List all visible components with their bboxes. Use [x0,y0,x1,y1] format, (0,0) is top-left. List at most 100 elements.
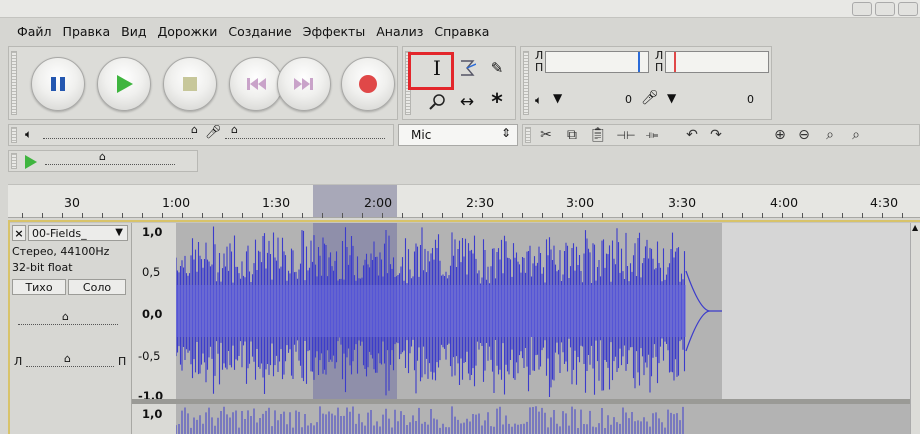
envelope-tool[interactable] [453,53,481,83]
ruler-label: 2:00 [363,195,393,210]
slider-thumb[interactable]: ⌂ [62,310,69,323]
ruler-tick [182,213,183,218]
solo-button[interactable]: Соло [68,279,126,295]
vertical-scrollbar[interactable]: ▲ [910,223,920,434]
ruler-label: 1:30 [261,195,291,210]
slider-thumb[interactable]: ⌂ [64,352,71,365]
fit-project-button[interactable]: ⌕ [845,126,867,144]
ruler-tick [462,213,463,218]
paste-button[interactable]: 📋︎ [587,126,609,144]
record-button[interactable] [341,57,395,111]
menu-tracks[interactable]: Дорожки [156,22,218,41]
trim-button[interactable]: ⊣⊢ [615,126,637,144]
play-icon [117,75,133,93]
zoom-out-button[interactable]: ⊖ [793,126,815,144]
skip-to-end-button[interactable] [277,57,331,111]
input-source-select[interactable]: Mic ⇕ [398,124,518,146]
menu-help[interactable]: Справка [433,22,490,41]
maximize-button[interactable] [875,2,895,16]
play-meter-dropdown[interactable]: ▼ [667,91,676,105]
stop-button[interactable] [163,57,217,111]
ruler-tick [562,213,563,218]
toolbar-grip[interactable] [523,51,529,115]
fit-selection-icon: ⌕ [826,127,834,143]
toolbar-grip[interactable] [11,51,17,115]
ruler-tick [742,213,743,218]
toolbar-grip[interactable] [11,127,17,143]
time-shift-tool[interactable]: ↔ [453,87,481,117]
track-control-panel[interactable]: × 00-Fields_ ▼ Стерео, 44100Hz 32-bit fl… [10,223,132,434]
minimize-button[interactable] [852,2,872,16]
fit-selection-button[interactable]: ⌕ [819,126,841,144]
gain-slider[interactable]: ⌂ [18,310,118,325]
ruler-tick [802,213,803,218]
ruler-tick [42,213,43,218]
waveform-empty-area[interactable] [722,223,910,399]
close-window-button[interactable] [898,2,918,16]
zoom-in-button[interactable]: ⊕ [769,126,791,144]
microphone-icon: 🎤︎ [641,90,659,106]
play-at-speed-button[interactable] [23,154,39,170]
copy-button[interactable]: ⧉ [561,126,583,144]
toolbar-grip[interactable] [405,51,411,115]
ruler-tick [402,213,403,218]
toolbar-grip[interactable] [11,153,17,169]
ruler-tick [622,213,623,218]
i-beam-icon: I [433,56,441,80]
menu-edit[interactable]: Правка [62,22,112,41]
ruler-tick [262,213,263,218]
ruler-tick [662,213,663,218]
meter-toolbar: Л П Л П 🔈︎ ▼ 0 🎤︎ ▼ 0 [520,46,772,120]
recording-meter[interactable] [545,51,649,73]
rec-meter-value: 0 [625,93,632,106]
menu-generate[interactable]: Создание [227,22,292,41]
ruler-tick [382,213,383,218]
scale-label: 0,5 [142,265,161,279]
window-titlebar [0,0,920,18]
rec-meter-dropdown[interactable]: ▼ [553,91,562,105]
fit-project-icon: ⌕ [852,127,860,143]
scale-label: 0,0 [142,307,163,321]
pan-slider[interactable]: ⌂ [26,352,114,367]
slider-thumb[interactable]: ⌂ [99,150,106,163]
menu-view[interactable]: Вид [120,22,147,41]
menu-effects[interactable]: Эффекты [302,22,367,41]
playback-meter[interactable] [665,51,769,73]
undo-button[interactable]: ↶ [681,126,703,144]
scale-label: -0,5 [138,349,161,363]
menu-analyze[interactable]: Анализ [375,22,424,41]
track-bit-depth: 32-bit float [12,261,73,274]
output-volume-slider[interactable]: ⌂ [43,123,198,139]
paste-icon: 📋︎ [589,127,607,143]
silence-icon: ⫣⫢ [645,128,659,141]
menu-file[interactable]: Файл [16,22,53,41]
draw-tool[interactable]: ✎ [483,53,511,83]
select-arrows-icon: ⇕ [500,126,511,140]
redo-button[interactable]: ↷ [705,126,727,144]
speed-slider[interactable]: ⌂ [45,150,175,165]
ruler-tick [902,213,903,218]
zoom-in-icon: ⊕ [774,127,786,143]
close-track-button[interactable]: × [12,225,26,241]
silence-button[interactable]: ⫣⫢ [641,126,663,144]
skip-start-icon [247,78,266,90]
double-arrow-icon: ↔ [459,92,475,112]
slider-thumb[interactable]: ⌂ [191,123,198,136]
ruler-tick [322,213,323,218]
selection-tool[interactable]: I [423,53,451,83]
mute-button[interactable]: Тихо [12,279,66,295]
pause-button[interactable] [31,57,85,111]
timeline-ruler[interactable]: 30 1:00 1:30 2:00 2:30 3:00 3:30 4:00 4:… [8,184,920,218]
multi-tool[interactable]: * [483,87,511,117]
rec-meter-right-label: П [535,61,544,74]
slider-thumb[interactable]: ⌂ [231,123,238,136]
input-volume-slider[interactable]: ⌂ [225,123,385,139]
zoom-tool[interactable] [423,87,451,117]
toolbar-grip[interactable] [525,127,531,143]
skip-to-start-button[interactable] [229,57,283,111]
play-button[interactable] [97,57,151,111]
ruler-tick [782,213,783,218]
cut-button[interactable]: ✂ [535,126,557,144]
track-menu-button[interactable]: 00-Fields_ ▼ [28,225,128,241]
ruler-label: 4:30 [869,195,899,210]
